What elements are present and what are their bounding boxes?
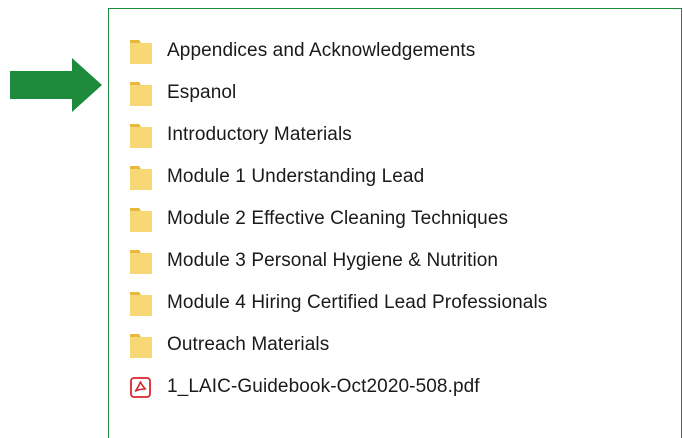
item-label: Module 1 Understanding Lead xyxy=(167,166,425,187)
item-label: Module 2 Effective Cleaning Techniques xyxy=(167,208,509,229)
folder-item-appendices-and-acknowledgements[interactable]: Appendices and Acknowledgements xyxy=(129,30,669,72)
folder-item-module-1[interactable]: Module 1 Understanding Lead xyxy=(129,156,669,198)
item-label: Module 3 Personal Hygiene & Nutrition xyxy=(167,250,499,271)
folder-icon xyxy=(130,124,152,148)
item-label: Outreach Materials xyxy=(167,334,330,355)
file-list: Appendices and Acknowledgements Espanol … xyxy=(129,30,669,408)
folder-icon xyxy=(130,334,152,358)
item-label: Espanol xyxy=(167,82,237,103)
folder-item-module-2[interactable]: Module 2 Effective Cleaning Techniques xyxy=(129,198,669,240)
folder-item-module-4[interactable]: Module 4 Hiring Certified Lead Professio… xyxy=(129,282,669,324)
pdf-file-item-guidebook[interactable]: 1_LAIC-Guidebook-Oct2020-508.pdf xyxy=(129,366,669,408)
green-arrow-icon xyxy=(10,58,102,112)
file-list-panel: Appendices and Acknowledgements Espanol … xyxy=(108,8,682,438)
item-label: Appendices and Acknowledgements xyxy=(167,40,476,61)
folder-icon xyxy=(130,292,152,316)
item-label: Introductory Materials xyxy=(167,124,352,145)
folder-item-outreach-materials[interactable]: Outreach Materials xyxy=(129,324,669,366)
folder-icon xyxy=(130,40,152,64)
pdf-file-icon xyxy=(130,377,151,398)
folder-item-espanol[interactable]: Espanol xyxy=(129,72,669,114)
folder-icon xyxy=(130,82,152,106)
item-label: 1_LAIC-Guidebook-Oct2020-508.pdf xyxy=(167,376,480,397)
folder-item-introductory-materials[interactable]: Introductory Materials xyxy=(129,114,669,156)
folder-icon xyxy=(130,166,152,190)
folder-icon xyxy=(130,250,152,274)
folder-item-module-3[interactable]: Module 3 Personal Hygiene & Nutrition xyxy=(129,240,669,282)
folder-icon xyxy=(130,208,152,232)
item-label: Module 4 Hiring Certified Lead Professio… xyxy=(167,292,548,313)
